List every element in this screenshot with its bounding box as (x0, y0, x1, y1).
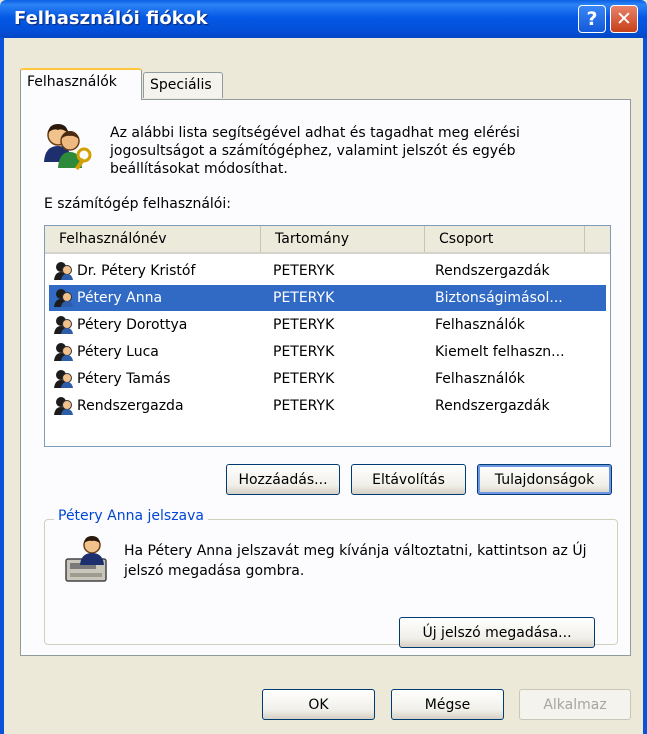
user-accounts-window: Felhasználói fiókok ? ✕ Felhasználók Spe… (0, 0, 647, 734)
ok-button[interactable]: OK (262, 689, 375, 720)
column-header-domain[interactable]: Tartomány (261, 226, 425, 252)
user-group: Kiemelt felhaszn... (435, 344, 565, 360)
window-frame-right (643, 38, 647, 734)
tab-users[interactable]: Felhasználók (20, 68, 142, 100)
apply-button[interactable]: Alkalmaz (519, 689, 631, 720)
user-domain: PETERYK (273, 371, 335, 387)
user-name: Pétery Tamás (77, 371, 171, 387)
help-button[interactable]: ? (578, 5, 606, 33)
user-icon (54, 397, 73, 415)
password-group-label: Pétery Anna jelszava (54, 508, 208, 524)
user-icon (54, 262, 73, 280)
user-domain: PETERYK (273, 290, 335, 306)
user-name: Pétery Luca (77, 344, 159, 360)
user-name: Pétery Anna (77, 290, 163, 306)
title-bar[interactable]: Felhasználói fiókok ? ✕ (0, 0, 647, 38)
user-domain: PETERYK (273, 263, 335, 279)
properties-button[interactable]: Tulajdonságok (477, 464, 612, 495)
user-group: Rendszergazdák (435, 263, 550, 279)
user-group: Biztonságimásol... (435, 290, 563, 306)
user-row[interactable]: Dr. Pétery Kristóf PETERYK Rendszergazdák (49, 258, 606, 284)
users-list[interactable]: Felhasználónév Tartomány Csoport Dr. Pét… (44, 225, 611, 447)
user-icon (54, 316, 73, 334)
user-row[interactable]: Pétery Dorottya PETERYK Felhasználók (49, 312, 606, 338)
user-name: Rendszergazda (77, 398, 184, 414)
users-list-label: E számítógép felhasználói: (44, 196, 231, 212)
remove-user-button[interactable]: Eltávolítás (351, 464, 466, 495)
user-name: Pétery Dorottya (77, 317, 188, 333)
user-row[interactable]: Rendszergazda PETERYK Rendszergazdák (49, 393, 606, 419)
user-name: Dr. Pétery Kristóf (77, 263, 196, 279)
user-row[interactable]: Pétery Anna PETERYK Biztonságimásol... (49, 285, 606, 311)
add-user-button[interactable]: Hozzáadás... (226, 464, 340, 495)
user-group: Rendszergazdák (435, 398, 550, 414)
user-icon (54, 289, 73, 307)
password-user-icon (65, 536, 107, 582)
intro-text: Az alábbi lista segítségével adhat és ta… (110, 125, 520, 177)
user-domain: PETERYK (273, 344, 335, 360)
window-title: Felhasználói fiókok (14, 8, 208, 29)
user-row[interactable]: Pétery Luca PETERYK Kiemelt felhaszn... (49, 339, 606, 365)
user-group: Felhasználók (435, 371, 525, 387)
set-password-button[interactable]: Új jelszó megadása... (399, 617, 595, 648)
cancel-button[interactable]: Mégse (391, 689, 504, 720)
tab-advanced[interactable]: Speciális (143, 72, 223, 98)
close-button[interactable]: ✕ (610, 5, 638, 33)
user-row[interactable]: Pétery Tamás PETERYK Felhasználók (49, 366, 606, 392)
column-header-group[interactable]: Csoport (425, 226, 585, 252)
users-key-icon (44, 124, 92, 171)
user-icon (54, 343, 73, 361)
password-group-text: Ha Pétery Anna jelszavát meg kívánja vál… (124, 543, 587, 579)
user-domain: PETERYK (273, 317, 335, 333)
user-group: Felhasználók (435, 317, 525, 333)
user-icon (54, 370, 73, 388)
window-frame-left (0, 38, 4, 734)
list-header: Felhasználónév Tartomány Csoport (45, 226, 610, 254)
column-header-username[interactable]: Felhasználónév (45, 226, 261, 252)
user-domain: PETERYK (273, 398, 335, 414)
